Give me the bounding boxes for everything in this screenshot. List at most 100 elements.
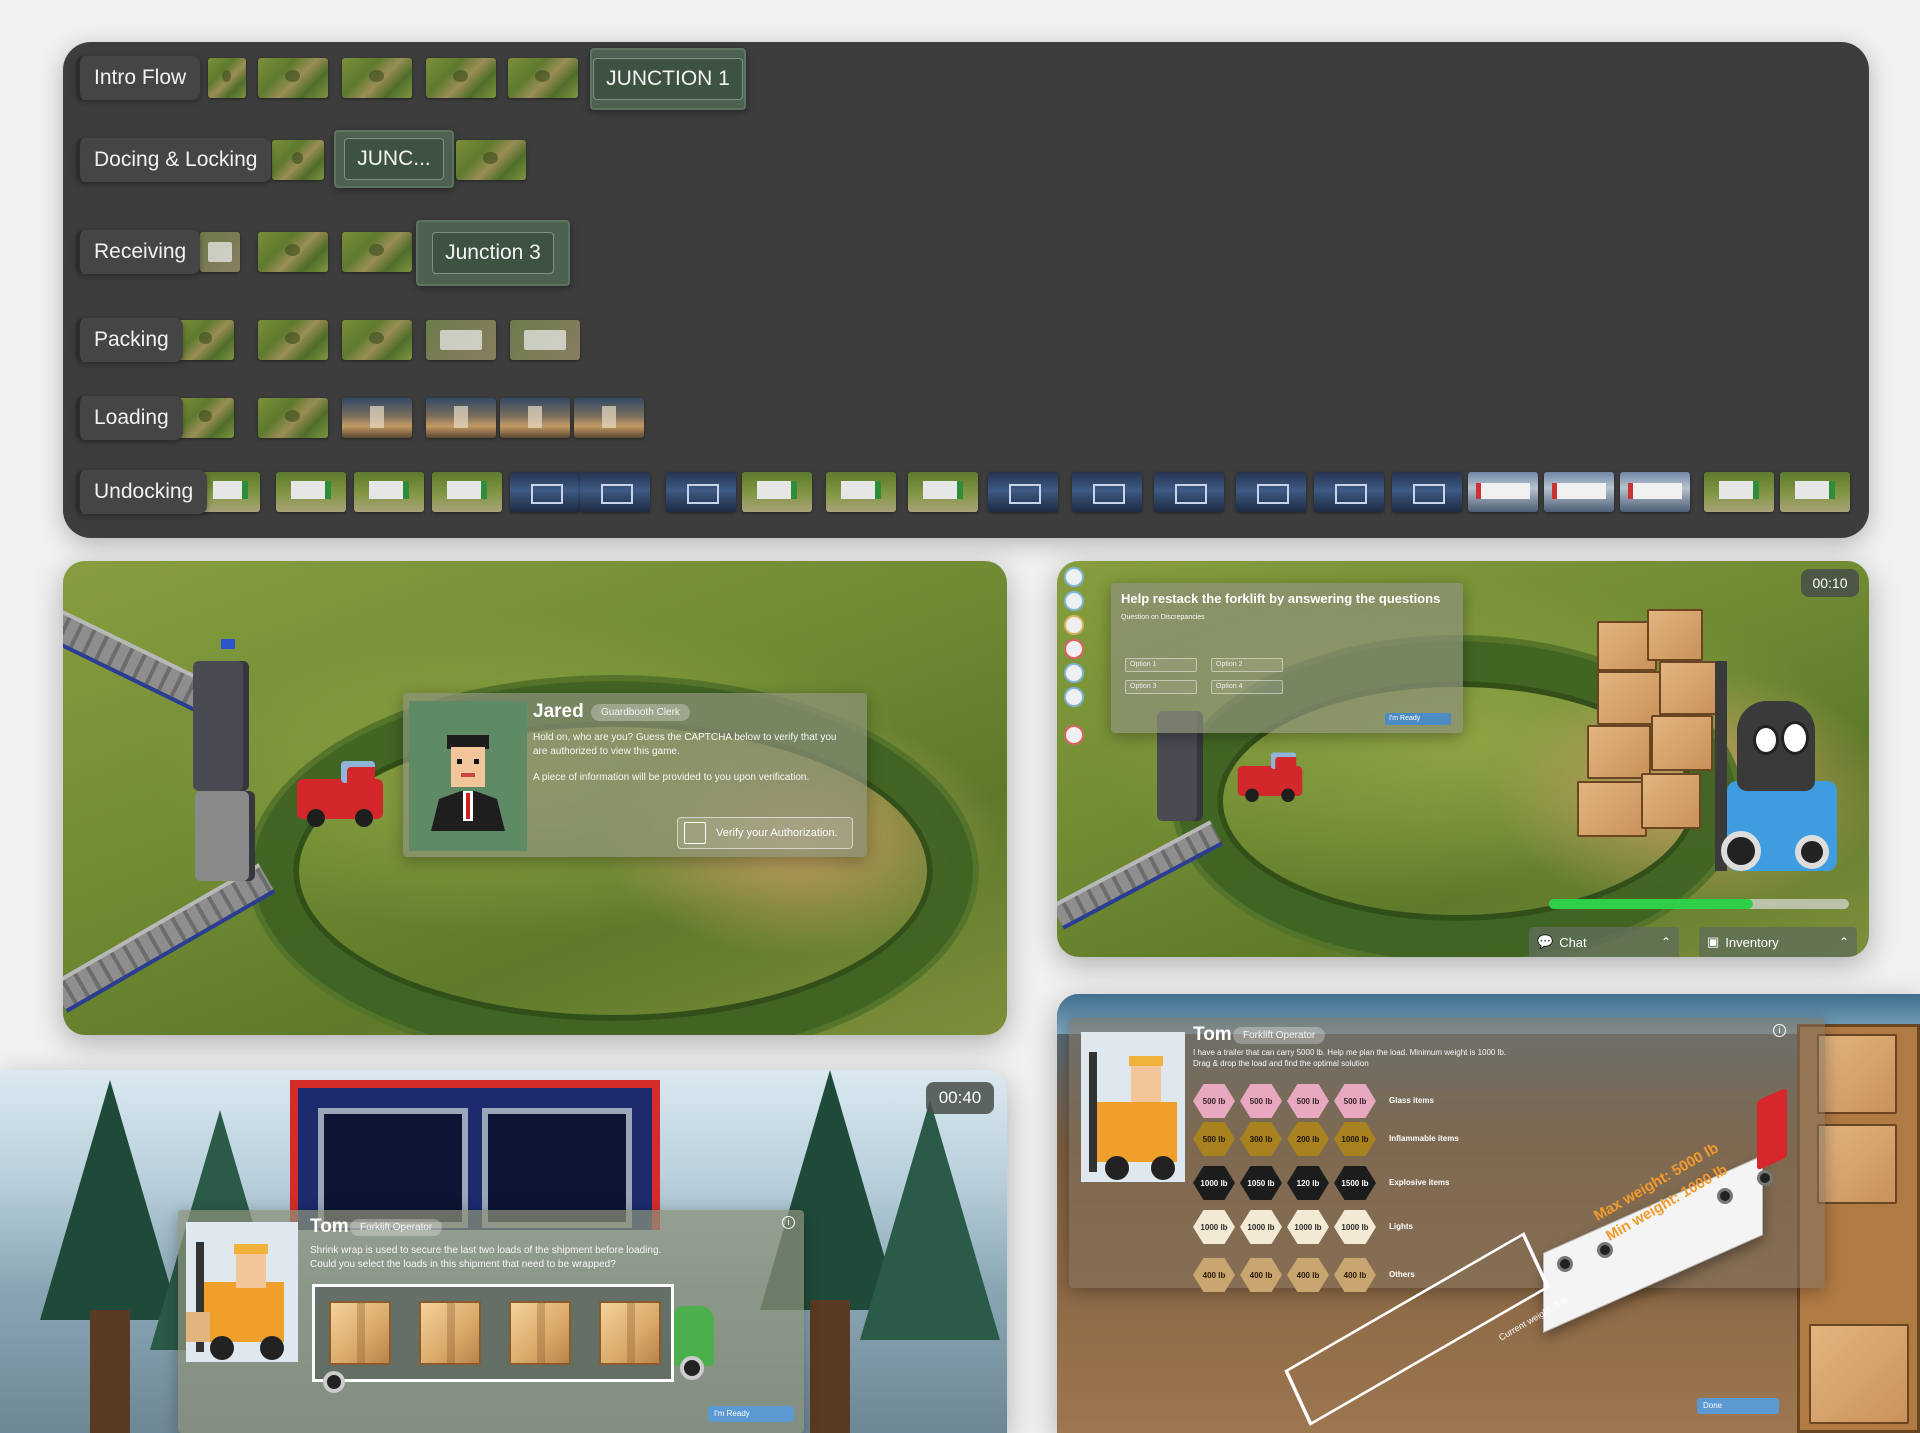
scene-thumbnail[interactable] (508, 58, 578, 98)
flow-row-label[interactable]: Docing & Locking (76, 138, 272, 182)
scene-thumbnail[interactable] (178, 320, 234, 360)
scene-thumbnail[interactable] (178, 398, 234, 438)
junction-node[interactable]: JUNCTION 1 (590, 48, 746, 110)
weight-item[interactable]: 300 lb (1240, 1122, 1282, 1156)
scene-thumbnail[interactable] (208, 58, 246, 98)
chat-tab[interactable]: 💬 Chat ⌃ (1529, 927, 1679, 957)
junction-node[interactable]: Junction 3 (416, 220, 570, 286)
scene-thumbnail[interactable] (1544, 472, 1614, 512)
cargo-box[interactable] (599, 1301, 661, 1365)
scene-thumbnail[interactable] (258, 320, 328, 360)
weight-item[interactable]: 400 lb (1334, 1258, 1376, 1292)
scene-thumbnail[interactable] (510, 472, 580, 512)
flow-row-label[interactable]: Undocking (76, 470, 208, 514)
red-truck[interactable] (297, 761, 383, 827)
player-avatar-icon[interactable] (1064, 615, 1084, 635)
weight-item[interactable]: 400 lb (1240, 1258, 1282, 1292)
scene-thumbnail[interactable] (510, 320, 580, 360)
player-avatar-icon[interactable] (1064, 591, 1084, 611)
scene-thumbnail[interactable] (258, 58, 328, 98)
scene-thumbnail[interactable] (742, 472, 812, 512)
weight-item[interactable]: 1050 lb (1240, 1166, 1282, 1200)
answer-option[interactable]: Option 4 (1211, 680, 1283, 694)
weight-item[interactable]: 1000 lb (1240, 1210, 1282, 1244)
scene-thumbnail[interactable] (1468, 472, 1538, 512)
scene-thumbnail[interactable] (456, 140, 526, 180)
weight-item[interactable]: 200 lb (1287, 1122, 1329, 1156)
inventory-tab[interactable]: ▣ Inventory ⌃ (1699, 927, 1857, 957)
weight-item[interactable]: 500 lb (1193, 1122, 1235, 1156)
scene-thumbnail[interactable] (342, 232, 412, 272)
scene-thumbnail[interactable] (1236, 472, 1306, 512)
verify-checkbox[interactable] (684, 822, 706, 844)
junction-node[interactable]: JUNC... (334, 130, 454, 188)
scene-thumbnail[interactable] (908, 472, 978, 512)
scene-thumbnail[interactable] (354, 472, 424, 512)
info-icon[interactable]: i (1773, 1024, 1786, 1037)
scene-thumbnail[interactable] (666, 472, 736, 512)
weight-item[interactable]: 500 lb (1193, 1084, 1235, 1118)
weight-item[interactable]: 120 lb (1287, 1166, 1329, 1200)
flow-row-label[interactable]: Loading (76, 396, 183, 440)
scene-thumbnail[interactable] (342, 58, 412, 98)
weight-item[interactable]: 1500 lb (1334, 1166, 1376, 1200)
scene-thumbnail[interactable] (426, 320, 496, 360)
scene-thumbnail[interactable] (826, 472, 896, 512)
scene-thumbnail[interactable] (200, 472, 260, 512)
weight-item[interactable]: 400 lb (1193, 1258, 1235, 1292)
cargo-box[interactable] (329, 1301, 391, 1365)
scene-thumbnail[interactable] (574, 398, 644, 438)
scene-thumbnail[interactable] (1392, 472, 1462, 512)
scene-thumbnail[interactable] (500, 398, 570, 438)
scene-thumbnail[interactable] (1780, 472, 1850, 512)
ready-button[interactable]: I'm Ready (708, 1406, 794, 1422)
scene-thumbnail[interactable] (200, 232, 240, 272)
verify-authorization-button[interactable]: Verify your Authorization. (677, 817, 853, 849)
weight-item[interactable]: 1000 lb (1193, 1210, 1235, 1244)
inventory-label: Inventory (1725, 934, 1779, 950)
weight-item[interactable]: 500 lb (1334, 1084, 1376, 1118)
red-truck[interactable] (1237, 752, 1303, 802)
scene-thumbnail[interactable] (258, 232, 328, 272)
weight-item[interactable]: 500 lb (1287, 1084, 1329, 1118)
flow-row-label[interactable]: Intro Flow (76, 56, 201, 100)
weight-item[interactable]: 1000 lb (1193, 1166, 1235, 1200)
info-icon[interactable]: i (782, 1216, 795, 1229)
answer-option[interactable]: Option 1 (1125, 658, 1197, 672)
scene-thumbnail[interactable] (342, 398, 412, 438)
scene-thumbnail[interactable] (276, 472, 346, 512)
scene-thumbnail[interactable] (580, 472, 650, 512)
answer-option[interactable]: Option 2 (1211, 658, 1283, 672)
answer-option[interactable]: Option 3 (1125, 680, 1197, 694)
scene-thumbnail[interactable] (1314, 472, 1384, 512)
scene-thumbnail[interactable] (1072, 472, 1142, 512)
scene-thumbnail[interactable] (272, 140, 324, 180)
scene-thumbnail[interactable] (342, 320, 412, 360)
player-avatar-icon[interactable] (1064, 687, 1084, 707)
scene-thumbnail[interactable] (426, 398, 496, 438)
scene-thumbnail[interactable] (988, 472, 1058, 512)
player-avatar-icon[interactable] (1064, 663, 1084, 683)
weight-item[interactable]: 400 lb (1287, 1258, 1329, 1292)
done-button[interactable]: Done (1697, 1398, 1779, 1414)
weight-item[interactable]: 1000 lb (1287, 1210, 1329, 1244)
scene-thumbnail[interactable] (432, 472, 502, 512)
scene-thumbnail[interactable] (1704, 472, 1774, 512)
scene-thumbnail[interactable] (1620, 472, 1690, 512)
ready-button[interactable]: I'm Ready (1385, 713, 1451, 725)
flow-row-label[interactable]: Receiving (76, 230, 201, 274)
alert-icon[interactable] (1064, 725, 1084, 745)
flow-row-label[interactable]: Packing (76, 318, 183, 362)
cargo-box[interactable] (419, 1301, 481, 1365)
weight-item[interactable]: 1000 lb (1334, 1210, 1376, 1244)
weight-item[interactable]: 500 lb (1240, 1084, 1282, 1118)
cargo-box[interactable] (509, 1301, 571, 1365)
weight-item[interactable]: 1000 lb (1334, 1122, 1376, 1156)
chevron-up-icon: ⌃ (1838, 935, 1849, 949)
scene-thumbnail[interactable] (1154, 472, 1224, 512)
avatar (186, 1222, 298, 1362)
scene-thumbnail[interactable] (258, 398, 328, 438)
player-avatar-icon[interactable] (1064, 639, 1084, 659)
player-avatar-icon[interactable] (1064, 567, 1084, 587)
scene-thumbnail[interactable] (426, 58, 496, 98)
